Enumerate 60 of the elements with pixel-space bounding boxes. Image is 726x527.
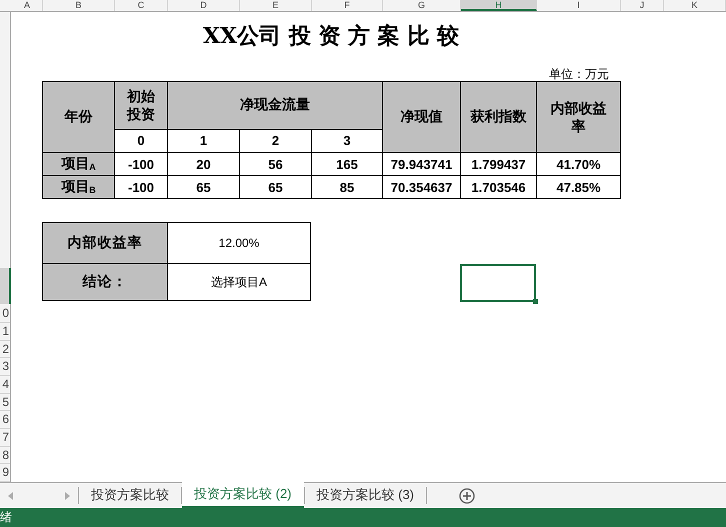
row-header[interactable]: 0 [0,305,10,323]
column-header[interactable]: A [12,0,43,11]
row-header[interactable]: 5 [0,394,10,412]
table-cell: 选择项目A [168,264,310,300]
table-cell: 2 [240,129,312,152]
column-header[interactable]: D [168,0,240,11]
table-cell: 20 [168,152,240,176]
table-header: 获利指数 [460,82,537,152]
row-header[interactable]: 1 [0,322,10,341]
column-header[interactable]: F [312,0,383,11]
table-cell: 79.943741 [382,152,461,176]
table-header: 内部收益率 [536,82,621,152]
table-header: 净现值 [382,82,461,152]
row-header[interactable]: 4 [0,376,10,394]
sheet-tab[interactable]: 投资方案比较 (2) [182,482,304,508]
status-text: 绪 [0,508,726,527]
table-cell: 1.703546 [460,176,537,198]
column-header[interactable]: E [240,0,312,11]
table-cell: 65 [240,176,312,198]
column-header[interactable]: H [461,0,537,11]
table-cell: 1.799437 [460,152,537,176]
table-cell: 结论： [42,264,168,300]
column-header[interactable]: K [664,0,726,11]
scroll-left-icon[interactable] [8,492,13,500]
table-cell: 项目$_{B}$ [42,176,114,198]
table-cell: 12.00% [168,222,310,264]
unit-label: 单位：万元 [548,68,609,81]
table-cell: 内部收益率 [42,222,168,264]
row-header[interactable]: 2 [0,340,10,358]
column-header[interactable]: I [537,0,621,11]
table-cell: 165 [312,152,383,176]
row-header[interactable]: 8 [0,446,10,464]
row-header[interactable]: 3 [0,358,10,376]
table-cell: 项目$_{A}$ [42,152,114,176]
table-header: 净现金流量 [168,82,383,130]
column-header[interactable]: C [115,0,168,11]
table-cell: 3 [312,129,383,152]
table-cell: 56 [240,152,312,176]
sheet-tab[interactable]: 投资方案比较 (3) [304,483,426,508]
table-cell: 0 [114,129,168,152]
table-header: 年份 [42,82,114,152]
selected-cell[interactable] [460,264,536,302]
column-header[interactable]: J [621,0,664,11]
table-cell: 1 [168,129,240,152]
table-cell: 47.85% [536,176,621,198]
add-sheet-icon[interactable] [459,488,475,504]
column-header[interactable]: B [43,0,115,11]
scroll-right-icon[interactable] [65,492,70,500]
row-header[interactable]: 6 [0,411,10,429]
table-cell: 65 [168,176,240,198]
table-cell: 41.70% [536,152,621,176]
table-cell: 85 [312,176,383,198]
table-cell: -100 [114,152,168,176]
row-header[interactable]: 7 [0,428,10,447]
table-header: 初始投资 [114,82,168,130]
table-cell: 70.354637 [382,176,461,198]
sheet-title: XX公司 投 资 方 案 比 较 [202,22,460,51]
sheet-tab[interactable]: 投资方案比较 [79,483,181,508]
row-header[interactable] [0,268,11,304]
table-cell: -100 [114,176,168,198]
